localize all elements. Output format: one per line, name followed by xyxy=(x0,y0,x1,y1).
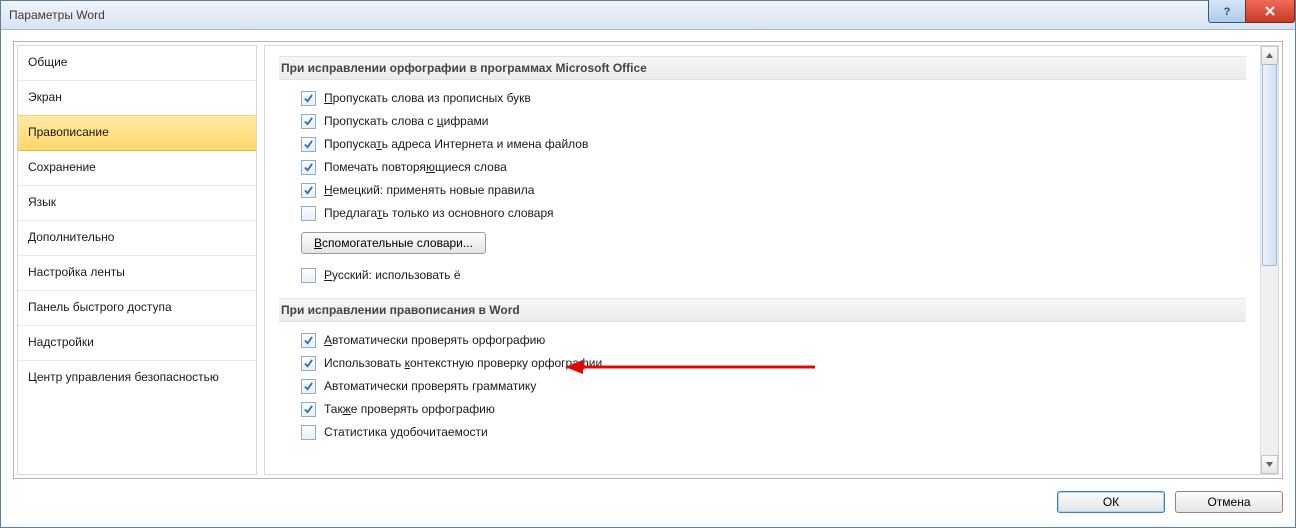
check-auto-grammar[interactable]: Автоматически проверять грамматику xyxy=(301,376,1246,396)
check-ignore-numbers[interactable]: Пропускать слова с цифрами xyxy=(301,111,1246,131)
vertical-scrollbar[interactable] xyxy=(1260,46,1278,474)
help-button[interactable]: ? xyxy=(1208,0,1246,23)
category-sidebar: Общие Экран Правописание Сохранение Язык… xyxy=(17,45,257,475)
check-main-dictionary-only[interactable]: Предлагать только из основного словаря xyxy=(301,203,1246,223)
scroll-thumb[interactable] xyxy=(1262,64,1277,266)
checkbox-icon[interactable] xyxy=(301,137,316,152)
checkbox-icon[interactable] xyxy=(301,183,316,198)
checkbox-icon[interactable] xyxy=(301,114,316,129)
check-auto-spell[interactable]: Автоматически проверять орфографию xyxy=(301,330,1246,350)
scroll-down-button[interactable] xyxy=(1261,455,1278,474)
sidebar-item-addins[interactable]: Надстройки xyxy=(18,326,256,361)
checkbox-icon[interactable] xyxy=(301,356,316,371)
check-ignore-internet[interactable]: Пропускать адреса Интернета и имена файл… xyxy=(301,134,1246,154)
check-ignore-uppercase[interactable]: Пропускать слова из прописных букв xyxy=(301,88,1246,108)
checkbox-icon[interactable] xyxy=(301,160,316,175)
dialog-footer: ОК Отмена xyxy=(13,485,1283,519)
sidebar-item-language[interactable]: Язык xyxy=(18,186,256,221)
checkbox-icon[interactable] xyxy=(301,268,316,283)
checkbox-icon[interactable] xyxy=(301,91,316,106)
options-dialog: Параметры Word ? Общие Экран Правописани… xyxy=(0,0,1296,528)
window-title: Параметры Word xyxy=(9,8,105,22)
content-panel: При исправлении орфографии в программах … xyxy=(264,45,1279,475)
checkbox-icon[interactable] xyxy=(301,425,316,440)
close-button[interactable] xyxy=(1245,0,1295,23)
sidebar-item-customize-ribbon[interactable]: Настройка ленты xyxy=(18,256,256,291)
custom-dictionaries-button[interactable]: Вспомогательные словари... xyxy=(301,232,486,254)
sidebar-item-trust-center[interactable]: Центр управления безопасностью xyxy=(18,361,256,395)
check-german-rules[interactable]: Немецкий: применять новые правила xyxy=(301,180,1246,200)
checkbox-icon[interactable] xyxy=(301,333,316,348)
sidebar-item-advanced[interactable]: Дополнительно xyxy=(18,221,256,256)
sidebar-item-proofing[interactable]: Правописание xyxy=(18,115,256,151)
check-also-spell[interactable]: Также проверять орфографию xyxy=(301,399,1246,419)
scroll-area: При исправлении орфографии в программах … xyxy=(265,46,1260,474)
ok-button[interactable]: ОК xyxy=(1057,491,1165,513)
window-buttons: ? xyxy=(1209,0,1295,23)
scroll-up-button[interactable] xyxy=(1261,46,1278,65)
section-header-office: При исправлении орфографии в программах … xyxy=(279,56,1246,80)
checkbox-icon[interactable] xyxy=(301,402,316,417)
check-contextual-spell[interactable]: Использовать контекстную проверку орфогр… xyxy=(301,353,1246,373)
check-readability[interactable]: Статистика удобочитаемости xyxy=(301,422,1246,442)
cancel-button[interactable]: Отмена xyxy=(1175,491,1283,513)
checkbox-icon[interactable] xyxy=(301,206,316,221)
sidebar-item-general[interactable]: Общие xyxy=(18,46,256,81)
svg-text:?: ? xyxy=(1224,6,1231,17)
client-area: Общие Экран Правописание Сохранение Язык… xyxy=(13,41,1283,479)
section-header-word: При исправлении правописания в Word xyxy=(279,298,1246,322)
sidebar-item-save[interactable]: Сохранение xyxy=(18,151,256,186)
checkbox-icon[interactable] xyxy=(301,379,316,394)
check-flag-repeated[interactable]: Помечать повторяющиеся слова xyxy=(301,157,1246,177)
sidebar-item-display[interactable]: Экран xyxy=(18,81,256,116)
titlebar[interactable]: Параметры Word ? xyxy=(1,1,1295,30)
sidebar-item-quick-access[interactable]: Панель быстрого доступа xyxy=(18,291,256,326)
check-russian-yo[interactable]: Русский: использовать ё xyxy=(301,265,1246,285)
